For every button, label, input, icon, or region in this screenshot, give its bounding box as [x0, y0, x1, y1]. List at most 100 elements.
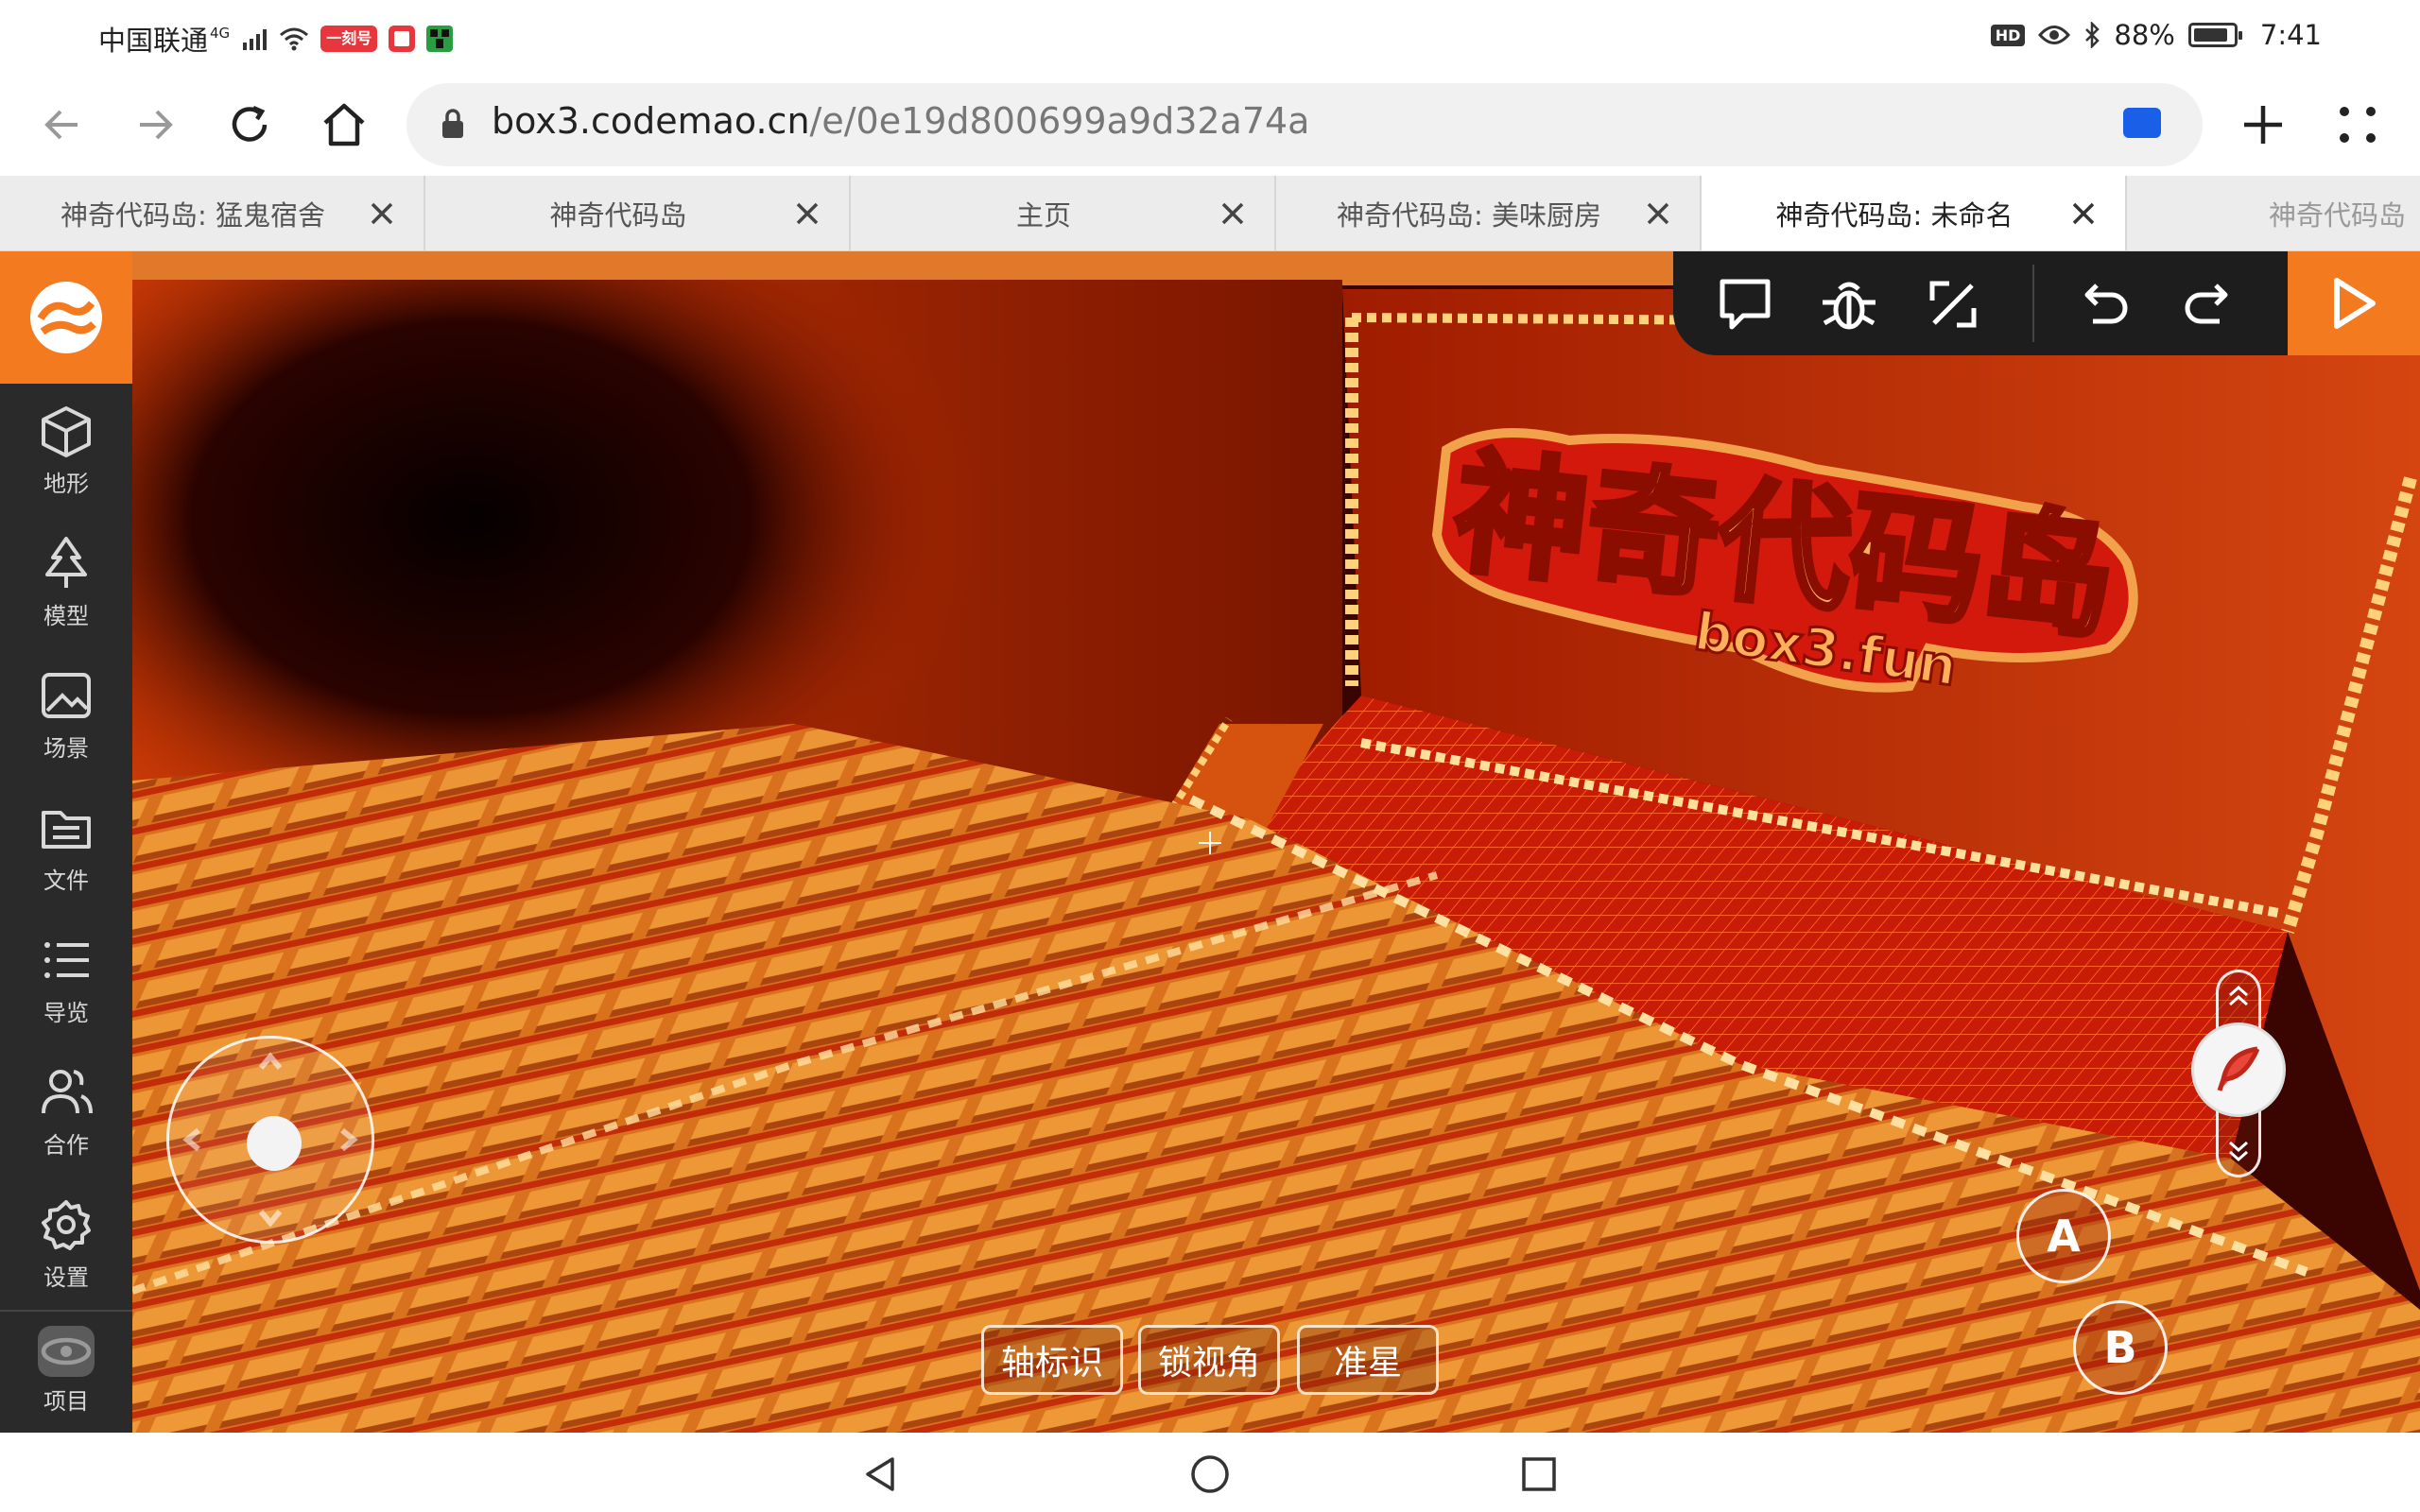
tab-1[interactable]: 神奇代码岛	[425, 176, 851, 250]
battery-icon	[2187, 23, 2242, 47]
sidebar-item-label: 合作	[43, 1131, 89, 1159]
debug-bug-icon	[1823, 282, 1876, 330]
wifi-icon	[280, 27, 309, 51]
sidebar-item-label: 地形	[43, 470, 89, 497]
toggle-crosshair-button[interactable]: 准星	[1297, 1325, 1439, 1395]
sidebar-item-settings[interactable]: 设置	[0, 1177, 132, 1310]
undo-icon	[2084, 284, 2128, 324]
nav-recents-icon	[1522, 1457, 1556, 1491]
eye-icon	[2038, 26, 2071, 44]
reload-button[interactable]	[212, 87, 287, 163]
app-logo[interactable]	[0, 251, 132, 384]
toggle-axis-button[interactable]: 轴标识	[981, 1325, 1123, 1395]
tab-5[interactable]: 神奇代码岛	[2127, 176, 2420, 250]
chat-button[interactable]	[1711, 270, 1779, 338]
nav-back-icon	[866, 1457, 894, 1491]
movement-joystick[interactable]	[166, 1036, 374, 1244]
tab-label: 神奇代码岛: 未命名	[1775, 199, 2014, 232]
game-viewport[interactable]: 神奇代码岛 box3.fun 地形 模型 场景 文件 导览 合作 设置 项目 轴…	[0, 251, 2420, 1433]
fullscreen-icon	[1929, 281, 1977, 328]
tab-label: 神奇代码岛: 美味厨房	[1337, 199, 1601, 232]
forward-button[interactable]	[117, 87, 193, 163]
crosshair	[1199, 832, 1221, 854]
fly-down-icon	[2229, 1141, 2248, 1162]
sidebar-item-model[interactable]: 模型	[0, 516, 132, 648]
image-icon	[42, 672, 91, 718]
close-icon[interactable]	[2066, 197, 2100, 231]
editor-sidebar: 地形 模型 场景 文件 导览 合作 设置 项目	[0, 251, 132, 1433]
status-bar: 中国联通 4G 一刻号 HD 88% 7:41	[0, 0, 2420, 74]
tree-icon	[45, 536, 87, 588]
signal-icon	[243, 29, 268, 50]
tab-4-active[interactable]: 神奇代码岛: 未命名	[1702, 176, 2127, 250]
reload-icon	[232, 105, 268, 142]
nav-recents-button[interactable]	[1511, 1446, 1567, 1503]
feather-icon	[2217, 1046, 2260, 1091]
fullscreen-button[interactable]	[1919, 270, 1987, 338]
nav-back-button[interactable]	[853, 1446, 909, 1503]
close-icon[interactable]	[790, 197, 824, 231]
back-button[interactable]	[25, 87, 100, 163]
menu-icon	[2340, 107, 2376, 143]
home-button[interactable]	[306, 87, 382, 163]
redo-button[interactable]	[2174, 270, 2242, 338]
clock: 7:41	[2259, 19, 2322, 51]
close-icon[interactable]	[1641, 197, 1675, 231]
chat-icon	[1720, 279, 1771, 330]
folder-icon	[42, 810, 91, 849]
address-bar[interactable]: box3.codemao.cn/e/0e19d800699a9d32a74a	[406, 83, 2203, 166]
tab-label: 神奇代码岛	[2269, 199, 2407, 232]
toggle-lock-view-button[interactable]: 锁视角	[1138, 1325, 1280, 1395]
url-text: box3.codemao.cn/e/0e19d800699a9d32a74a	[492, 100, 1309, 142]
sidebar-item-label: 项目	[43, 1387, 89, 1415]
forward-icon	[140, 110, 173, 140]
app-icon-book	[389, 26, 416, 52]
browser-toolbar: box3.codemao.cn/e/0e19d800699a9d32a74a	[0, 74, 2420, 176]
undo-button[interactable]	[2070, 270, 2138, 338]
action-b-button[interactable]: B	[2073, 1300, 2168, 1395]
close-icon[interactable]	[1216, 197, 1250, 231]
play-button[interactable]	[2288, 251, 2420, 355]
sidebar-item-files[interactable]: 文件	[0, 781, 132, 913]
nav-home-button[interactable]	[1182, 1446, 1238, 1503]
fly-knob[interactable]	[2191, 1022, 2286, 1117]
codemao-logo-icon	[30, 282, 102, 353]
action-a-button[interactable]: A	[2016, 1189, 2111, 1283]
url-host: box3.codemao.cn	[492, 100, 810, 142]
app-icon-green	[426, 26, 454, 52]
users-icon	[42, 1069, 93, 1113]
close-icon[interactable]	[365, 197, 399, 231]
network-type: 4G	[210, 25, 231, 42]
tab-label: 主页	[1015, 199, 1071, 232]
tab-label: 神奇代码岛	[549, 199, 687, 232]
list-icon	[44, 941, 89, 978]
sidebar-item-scene[interactable]: 场景	[0, 648, 132, 781]
sidebar-item-label: 导览	[43, 999, 89, 1026]
tab-2[interactable]: 主页	[851, 176, 1276, 250]
tab-0[interactable]: 神奇代码岛: 猛鬼宿舍	[0, 176, 425, 250]
back-icon	[44, 110, 78, 140]
sidebar-item-project[interactable]: 项目	[0, 1308, 132, 1433]
new-tab-icon	[2244, 106, 2282, 144]
debug-button[interactable]	[1815, 270, 1883, 338]
new-tab-button[interactable]	[2225, 87, 2301, 163]
sidebar-item-label: 文件	[43, 867, 89, 894]
lock-icon	[442, 109, 463, 138]
redo-icon	[2185, 284, 2228, 324]
sidebar-item-navigator[interactable]: 导览	[0, 913, 132, 1045]
editor-toolbar	[1673, 251, 2288, 355]
url-path: /e/0e19d800699a9d32a74a	[809, 100, 1310, 142]
home-icon	[323, 103, 365, 146]
tab-3[interactable]: 神奇代码岛: 美味厨房	[1276, 176, 1702, 250]
cube-icon	[42, 405, 91, 457]
sidebar-item-label: 场景	[43, 734, 89, 762]
cast-icon[interactable]	[2123, 108, 2161, 138]
sidebar-item-collaborate[interactable]: 合作	[0, 1045, 132, 1177]
bluetooth-icon	[2085, 22, 2100, 48]
joystick-knob[interactable]	[247, 1116, 302, 1171]
tab-label: 神奇代码岛: 猛鬼宿舍	[60, 199, 325, 232]
battery-percent: 88%	[2114, 19, 2175, 51]
sidebar-item-terrain[interactable]: 地形	[0, 384, 132, 516]
menu-button[interactable]	[2320, 87, 2395, 163]
nav-home-icon	[1191, 1455, 1229, 1493]
